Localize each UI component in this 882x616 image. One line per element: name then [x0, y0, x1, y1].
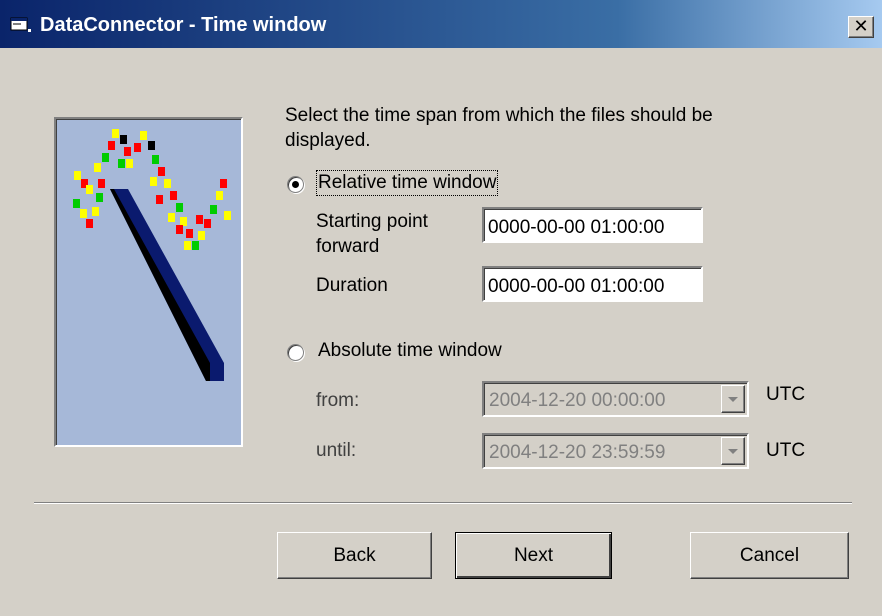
from-dropdown-button[interactable] [721, 385, 745, 413]
until-timezone: UTC [766, 440, 806, 461]
close-button[interactable]: ✕ [848, 16, 874, 38]
until-label: until: [316, 440, 357, 461]
starting-point-input[interactable]: 0000-00-00 01:00:00 [482, 207, 703, 243]
wizard-graphic [73, 129, 231, 381]
from-datetime-value: 2004-12-20 00:00:00 [489, 390, 666, 411]
app-window-icon [10, 17, 31, 32]
until-datetime-select[interactable]: 2004-12-20 23:59:59 [482, 433, 749, 469]
absolute-time-radio[interactable] [287, 344, 304, 361]
data-dots [73, 129, 231, 250]
from-label: from: [316, 390, 360, 411]
wizard-illustration [54, 117, 243, 447]
back-button[interactable]: Back [277, 532, 432, 579]
starting-point-label-line2: forward [316, 236, 380, 257]
until-datetime-value: 2004-12-20 23:59:59 [489, 442, 666, 463]
from-datetime-select[interactable]: 2004-12-20 00:00:00 [482, 381, 749, 417]
relative-time-radio[interactable] [287, 176, 304, 193]
separator [34, 502, 852, 504]
chevron-down-icon [728, 397, 738, 402]
cancel-button[interactable]: Cancel [690, 532, 849, 579]
relative-time-label[interactable]: Relative time window [315, 170, 499, 196]
duration-input[interactable]: 0000-00-00 01:00:00 [482, 266, 703, 302]
intro-text-line1: Select the time span from which the file… [285, 105, 713, 126]
intro-text-line2: displayed. [285, 130, 371, 151]
radio-selected-dot [292, 181, 299, 188]
starting-point-label-line1: Starting point [316, 211, 428, 232]
duration-label: Duration [316, 275, 388, 296]
from-timezone: UTC [766, 384, 806, 405]
next-button[interactable]: Next [455, 532, 612, 579]
close-icon: ✕ [853, 16, 869, 37]
window-title: DataConnector - Time window [40, 14, 327, 36]
chevron-down-icon [728, 449, 738, 454]
absolute-time-label[interactable]: Absolute time window [318, 340, 502, 362]
dialog-window: DataConnector - Time window ✕ Select the… [0, 0, 882, 616]
until-dropdown-button[interactable] [721, 437, 745, 465]
title-bar[interactable]: DataConnector - Time window ✕ [0, 0, 882, 48]
